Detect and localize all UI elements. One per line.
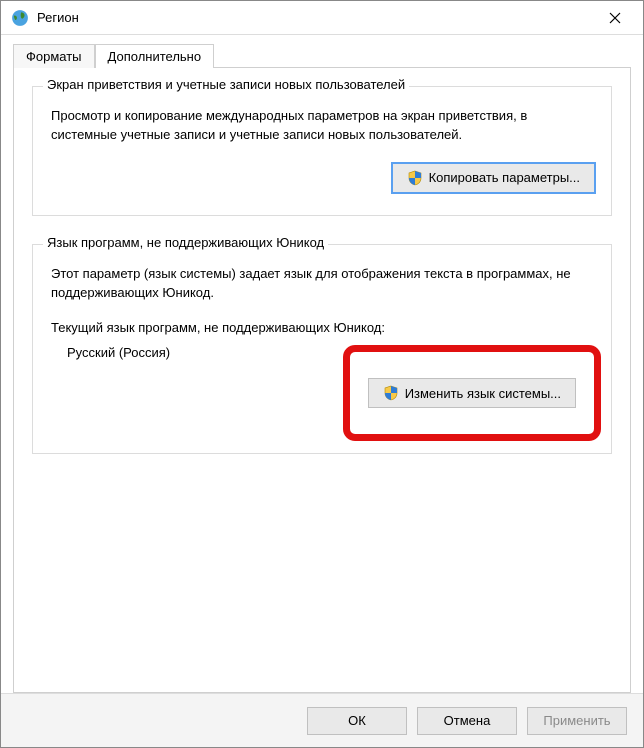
dialog-footer: ОК Отмена Применить (1, 693, 643, 747)
uac-shield-icon (407, 170, 423, 186)
annotation-highlight: Изменить язык системы... (343, 345, 601, 441)
cancel-label: Отмена (444, 713, 491, 728)
tab-strip: Форматы Дополнительно (13, 43, 631, 67)
group-welcome: Экран приветствия и учетные записи новых… (32, 86, 612, 216)
ok-label: ОК (348, 713, 366, 728)
uac-shield-icon (383, 385, 399, 401)
current-locale-value: Русский (Россия) (67, 345, 170, 360)
group-nonunicode: Язык программ, не поддерживающих Юникод … (32, 244, 612, 455)
group-nonunicode-title: Язык программ, не поддерживающих Юникод (43, 235, 328, 250)
ok-button[interactable]: ОК (307, 707, 407, 735)
window-title: Регион (37, 10, 79, 25)
copy-settings-label: Копировать параметры... (429, 170, 580, 185)
copy-settings-button[interactable]: Копировать параметры... (392, 163, 595, 193)
dialog-content: Форматы Дополнительно Экран приветствия … (1, 35, 643, 693)
cancel-button[interactable]: Отмена (417, 707, 517, 735)
change-system-locale-button[interactable]: Изменить язык системы... (368, 378, 576, 408)
titlebar: Регион (1, 1, 643, 35)
apply-label: Применить (543, 713, 610, 728)
group-nonunicode-desc: Этот параметр (язык системы) задает язык… (51, 265, 593, 303)
region-dialog: Регион Форматы Дополнительно Экран приве… (0, 0, 644, 748)
tab-additional[interactable]: Дополнительно (95, 44, 215, 68)
current-locale-label: Текущий язык программ, не поддерживающих… (51, 320, 593, 335)
change-system-locale-label: Изменить язык системы... (405, 386, 561, 401)
close-button[interactable] (593, 3, 637, 33)
region-globe-icon (11, 9, 29, 27)
group-welcome-desc: Просмотр и копирование международных пар… (51, 107, 593, 145)
tab-pane-additional: Экран приветствия и учетные записи новых… (13, 67, 631, 693)
group-welcome-title: Экран приветствия и учетные записи новых… (43, 77, 409, 92)
apply-button[interactable]: Применить (527, 707, 627, 735)
tab-formats[interactable]: Форматы (13, 44, 95, 68)
